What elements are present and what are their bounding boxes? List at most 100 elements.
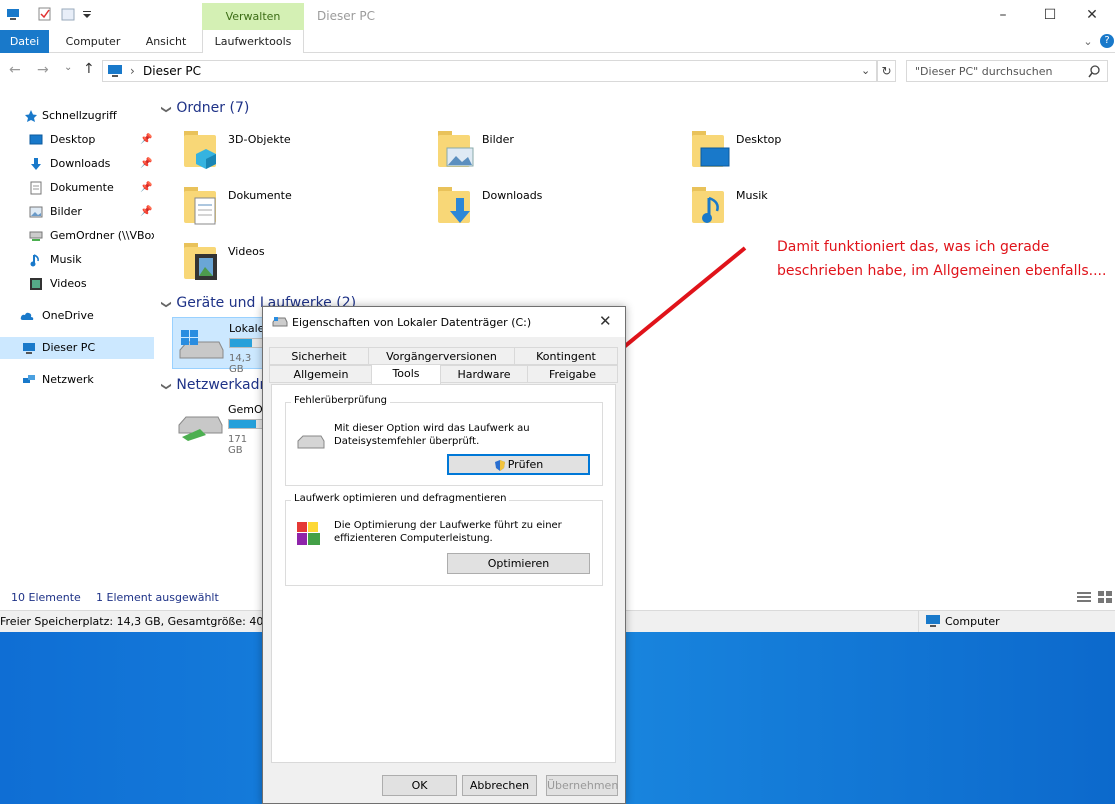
apply-button[interactable]: Übernehmen [546, 775, 618, 796]
dialog-close-button[interactable]: ✕ [599, 312, 612, 330]
address-path[interactable]: Dieser PC [143, 64, 201, 78]
tab-kontingent[interactable]: Kontingent [514, 347, 618, 365]
sidebar-item-dokumente[interactable]: Dokumente 📌 [0, 177, 154, 199]
pin-icon: 📌 [140, 134, 153, 145]
computer-icon[interactable] [6, 7, 20, 21]
network-drive-tile[interactable]: GemO 171 GB [172, 399, 264, 456]
tab-laufwerktools[interactable]: Laufwerktools [202, 30, 304, 53]
tab-ansicht[interactable]: Ansicht [134, 30, 198, 53]
document-icon [30, 181, 42, 195]
customize-qat-icon[interactable] [80, 7, 94, 21]
sidebar-item-videos[interactable]: Videos [0, 273, 154, 295]
computer-icon [926, 615, 940, 627]
window-title: Dieser PC [317, 9, 375, 23]
tab-tools[interactable]: Tools [371, 364, 441, 385]
close-button[interactable]: ✕ [1069, 0, 1115, 30]
drive-c-label: Lokale [229, 322, 265, 335]
tab-freigabe[interactable]: Freigabe [527, 365, 618, 383]
tab-allgemein[interactable]: Allgemein [269, 365, 373, 383]
music-icon [702, 196, 719, 223]
music-icon [30, 254, 39, 267]
free-space-text: Freier Speicherplatz: 14,3 GB, Gesamtgrö… [0, 615, 262, 628]
folder-musik[interactable] [690, 183, 730, 227]
folder-bilder[interactable] [436, 127, 476, 171]
help-icon[interactable]: ? [1100, 34, 1114, 48]
back-button[interactable]: ← [9, 62, 21, 78]
drive-c-tile[interactable]: Lokale 14,3 GB [172, 317, 265, 375]
properties-icon[interactable] [38, 7, 52, 21]
optimize-text: Die Optimierung der Laufwerke führt zu e… [334, 520, 562, 544]
tab-datei[interactable]: Datei [0, 30, 49, 53]
minimize-button[interactable]: – [980, 0, 1026, 30]
refresh-button[interactable]: ↻ [877, 60, 896, 82]
chevron-down-icon: ❯ [160, 105, 172, 114]
pin-icon: 📌 [140, 206, 153, 217]
group-ordner[interactable]: ❯ Ordner (7) [160, 100, 250, 116]
address-row: ← → ⌄ ↑ › Dieser PC ⌄ ↻ "Dieser PC" durc… [0, 53, 1115, 89]
optimize-button[interactable]: Optimieren [447, 553, 590, 574]
sidebar-item-schnellzugriff[interactable]: Schnellzugriff [0, 105, 154, 127]
sidebar-item-netzwerk[interactable]: Netzwerk [0, 369, 154, 391]
network-drive-label: GemO [228, 403, 263, 416]
sidebar-item-dieser-pc[interactable]: Dieser PC [0, 337, 154, 359]
error-check-text: Mit dieser Option wird das Laufwerk au Da… [334, 423, 530, 447]
recent-locations-button[interactable]: ⌄ [64, 62, 72, 73]
properties-dialog: Eigenschaften von Lokaler Datenträger (C… [262, 306, 626, 804]
ribbon-expand-icon[interactable]: ⌄ [1078, 30, 1098, 53]
forward-button[interactable]: → [37, 62, 49, 78]
title-bar: Verwalten Dieser PC – ☐ ✕ [0, 0, 1115, 30]
group-netzwerk[interactable]: ❯ Netzwerkadr [161, 377, 266, 393]
tab-verwalten[interactable]: Verwalten [202, 3, 304, 30]
download-icon [450, 198, 470, 223]
maximize-button[interactable]: ☐ [1027, 0, 1073, 30]
network-drive-icon [29, 231, 43, 241]
details-view-icon[interactable] [1076, 590, 1092, 604]
dialog-title: Eigenschaften von Lokaler Datenträger (C… [292, 316, 532, 329]
sidebar-item-desktop[interactable]: Desktop 📌 [0, 129, 154, 151]
pictures-icon [29, 206, 43, 218]
folder-desktop[interactable] [690, 127, 730, 171]
folder-videos[interactable] [182, 239, 222, 283]
tab-sicherheit[interactable]: Sicherheit [269, 347, 369, 365]
tab-vorgaengerversionen[interactable]: Vorgängerversionen [368, 347, 515, 365]
folder-label: Downloads [482, 189, 543, 202]
sidebar-item-bilder[interactable]: Bilder 📌 [0, 201, 154, 223]
sidebar-item-onedrive[interactable]: OneDrive [0, 305, 154, 327]
optimize-group: Laufwerk optimieren und defragmentieren … [285, 493, 603, 586]
download-icon [31, 158, 41, 170]
tiles-view-icon[interactable] [1097, 590, 1113, 604]
tab-hardware[interactable]: Hardware [440, 365, 528, 383]
ok-button[interactable]: OK [382, 775, 457, 796]
uac-shield-icon [494, 459, 505, 471]
search-box[interactable]: "Dieser PC" durchsuchen [906, 60, 1108, 82]
sidebar-item-gemordner[interactable]: GemOrdner (\\VBox [0, 225, 154, 247]
folder-dokumente[interactable] [182, 183, 222, 227]
folder-label: Musik [736, 189, 768, 202]
tab-computer[interactable]: Computer [56, 30, 130, 53]
computer-icon [23, 343, 35, 354]
folder-downloads[interactable] [436, 183, 476, 227]
cancel-button[interactable]: Abbrechen [462, 775, 537, 796]
pin-icon: 📌 [140, 158, 153, 169]
annotation-text: Damit funktioniert das, was ich gerade b… [777, 239, 1107, 279]
sidebar-item-downloads[interactable]: Downloads 📌 [0, 153, 154, 175]
check-button[interactable]: Prüfen [447, 454, 590, 475]
videos-icon [30, 278, 42, 290]
windows-drive-icon [179, 330, 224, 359]
address-dropdown-icon[interactable]: ⌄ [861, 64, 870, 77]
folder-label: Desktop [736, 133, 782, 146]
address-bar[interactable]: › Dieser PC ⌄ [102, 60, 877, 82]
network-icon [23, 375, 35, 383]
sidebar-item-musik[interactable]: Musik [0, 249, 154, 271]
search-input[interactable]: "Dieser PC" durchsuchen [915, 65, 1052, 78]
selection-count: 1 Element ausgewählt [96, 591, 219, 604]
cloud-icon [20, 312, 34, 320]
up-button[interactable]: ↑ [83, 61, 95, 77]
chevron-down-icon: ❯ [160, 300, 172, 309]
folder-3d-objekte[interactable] [182, 127, 222, 171]
desktop-icon [29, 134, 43, 145]
drive-c-size: 14,3 GB [229, 353, 252, 375]
defrag-icon [297, 522, 320, 545]
dialog-title-bar: Eigenschaften von Lokaler Datenträger (C… [263, 307, 625, 337]
new-folder-icon[interactable] [61, 7, 75, 21]
